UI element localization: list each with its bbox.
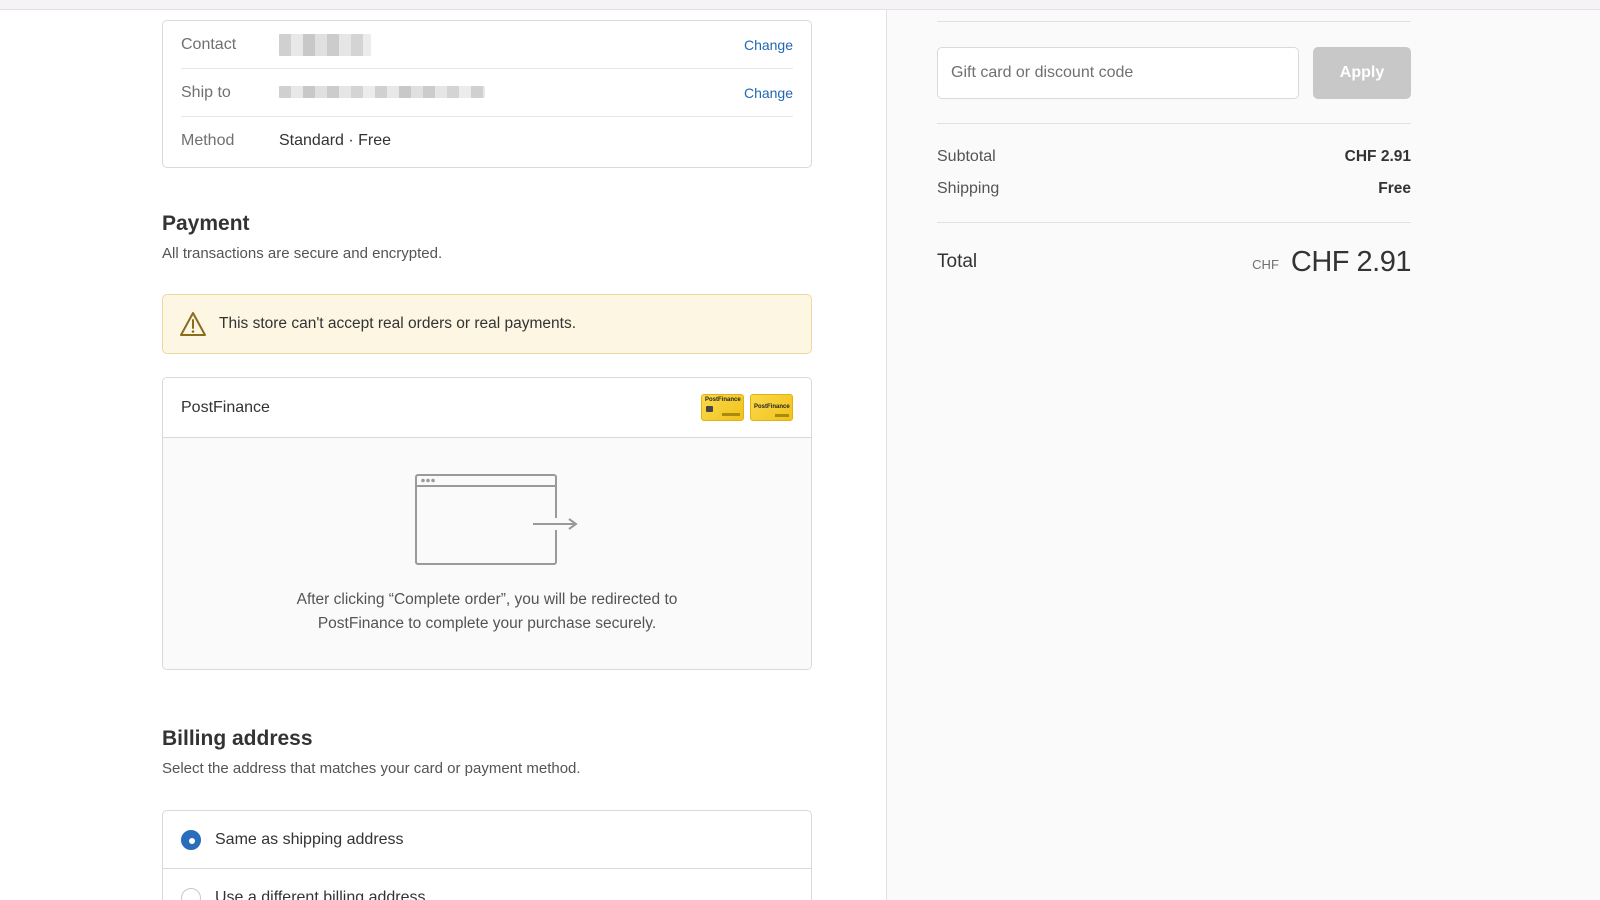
postfinance-card-logo: PostFinance <box>701 394 744 421</box>
payment-provider-name: PostFinance <box>181 398 270 416</box>
radio-different-billing[interactable] <box>181 888 201 900</box>
warning-triangle-icon <box>180 312 206 336</box>
method-value: Standard · Free <box>279 132 392 149</box>
shipping-label: Shipping <box>937 180 1000 197</box>
contact-value-redacted <box>279 33 744 56</box>
browser-top-strip <box>0 0 1600 10</box>
review-row-ship-to: Ship to Change <box>181 69 793 117</box>
total-amount-group: CHF CHF 2.91 <box>1252 246 1411 279</box>
billing-option-same[interactable]: Same as shipping address <box>163 811 811 869</box>
apply-discount-button[interactable]: Apply <box>1313 47 1411 99</box>
total-row: Total CHF CHF 2.91 <box>937 242 1412 282</box>
order-review-box: Contact Change Ship to Change Method Sta… <box>162 20 812 168</box>
payment-subtitle: All transactions are secure and encrypte… <box>162 245 443 262</box>
billing-option-different[interactable]: Use a different billing address <box>163 869 811 900</box>
ship-to-label: Ship to <box>181 83 231 101</box>
redirect-message: After clicking “Complete order”, you wil… <box>296 591 678 632</box>
summary-top-divider <box>937 21 1411 22</box>
subtotal-value: CHF 2.91 <box>1344 148 1411 165</box>
subtotal-label: Subtotal <box>937 148 996 165</box>
total-amount: CHF 2.91 <box>1290 245 1412 278</box>
contact-label: Contact <box>181 35 237 53</box>
payment-method-header[interactable]: PostFinance PostFinance PostFinance <box>163 378 811 438</box>
test-store-warning: This store can't accept real orders or r… <box>162 294 812 354</box>
subtotal-row: Subtotal CHF 2.91 <box>937 148 1411 166</box>
billing-option-same-label: Same as shipping address <box>215 830 404 848</box>
change-contact-link[interactable]: Change <box>744 37 793 53</box>
discount-code-input[interactable] <box>937 47 1299 99</box>
warning-text: This store can't accept real orders or r… <box>219 315 577 332</box>
method-label: Method <box>181 132 235 149</box>
summary-divider <box>937 123 1411 124</box>
billing-option-different-label: Use a different billing address <box>215 889 426 900</box>
ship-to-value-redacted <box>279 84 744 102</box>
billing-address-heading: Billing address <box>162 727 313 750</box>
payment-redirect-panel: After clicking “Complete order”, you wil… <box>163 438 811 669</box>
review-row-method: Method Standard · Free <box>181 117 793 165</box>
billing-address-options: Same as shipping address Use a different… <box>162 810 812 900</box>
shipping-value: Free <box>1378 180 1411 197</box>
radio-same-as-shipping[interactable] <box>181 829 201 850</box>
order-summary-column: Apply Subtotal CHF 2.91 Shipping Free To… <box>886 10 1600 900</box>
postfinance-efinance-logo: PostFinance <box>750 394 793 421</box>
total-label: Total <box>937 251 978 272</box>
review-row-contact: Contact Change <box>181 21 793 69</box>
total-divider <box>937 222 1411 223</box>
total-currency: CHF <box>1252 256 1279 272</box>
shipping-row: Shipping Free <box>937 180 1411 198</box>
redirect-browser-icon <box>415 474 578 565</box>
payment-method-box: PostFinance PostFinance PostFinance Afte… <box>162 377 812 670</box>
billing-address-subtitle: Select the address that matches your car… <box>162 760 581 777</box>
payment-heading: Payment <box>162 212 250 235</box>
card-logos: PostFinance PostFinance <box>701 394 793 421</box>
checkout-main-column: Contact Change Ship to Change Method Sta… <box>0 10 886 900</box>
change-ship-to-link[interactable]: Change <box>744 85 793 101</box>
